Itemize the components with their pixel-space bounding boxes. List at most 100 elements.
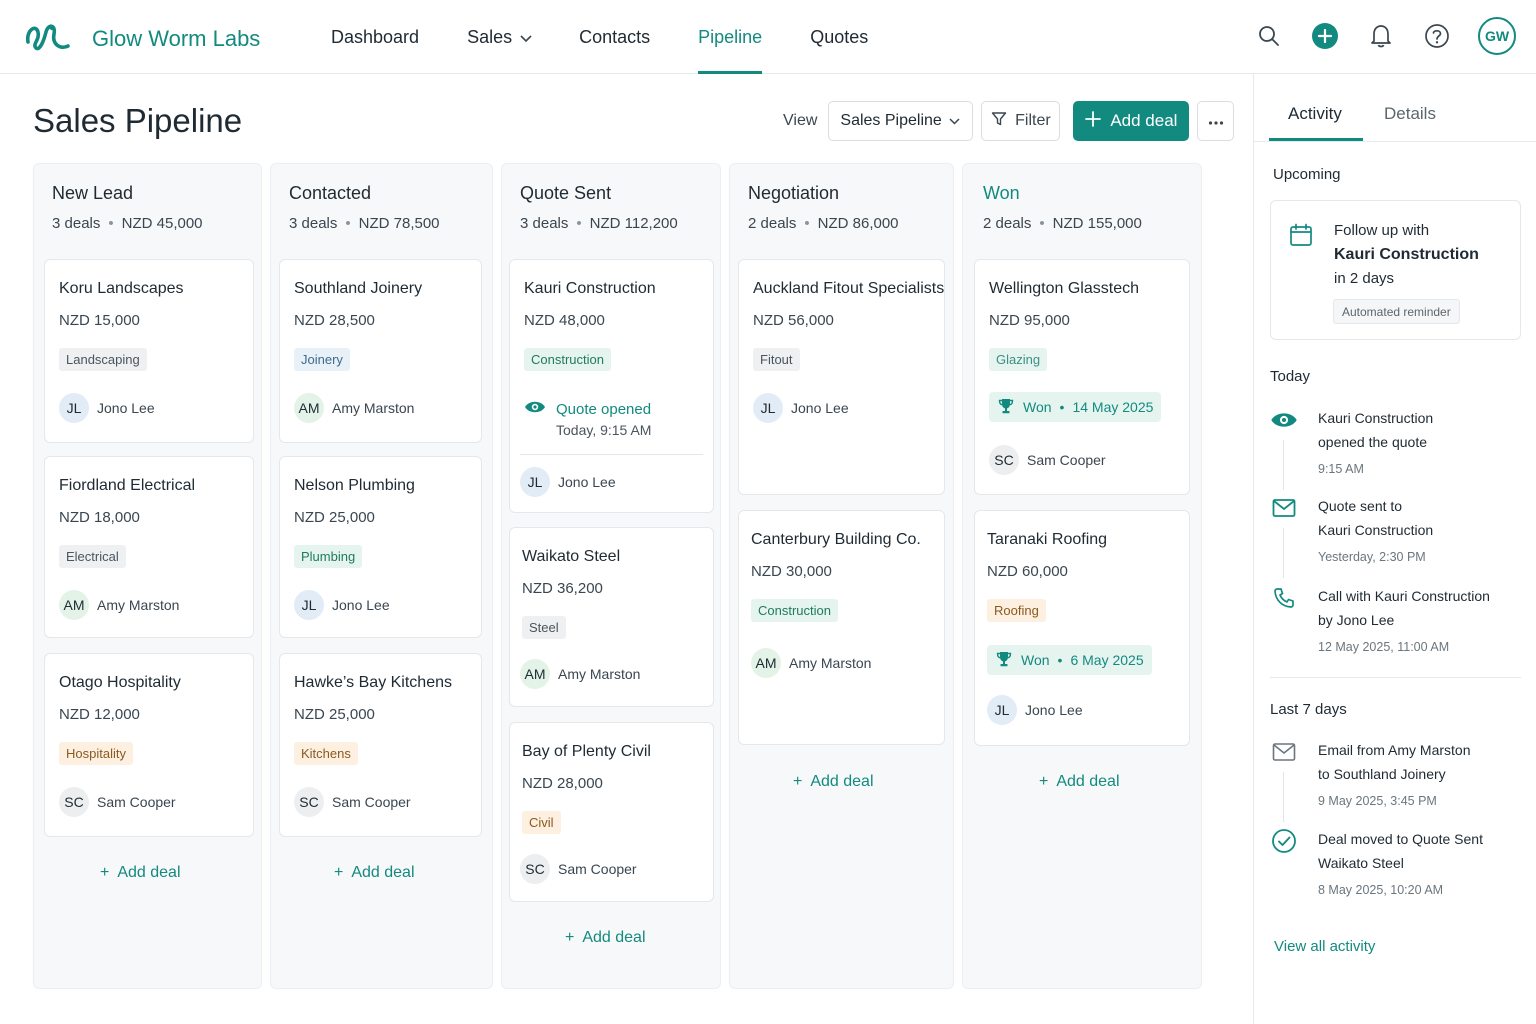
column-new-lead: New Lead 3 deals • NZD 45,000 Koru Landsca… bbox=[33, 163, 262, 989]
add-deal-link[interactable]: + Add deal bbox=[565, 929, 646, 947]
nav-dashboard[interactable]: Dashboard bbox=[331, 0, 419, 74]
column-summary: 3 deals • NZD 78,500 bbox=[289, 215, 440, 232]
activity-item[interactable]: Kauri Construction opened the quote 9:15… bbox=[1270, 406, 1525, 490]
filter-button[interactable]: Filter bbox=[981, 101, 1061, 141]
top-navigation-bar: Glow Worm Labs Dashboard Sales Contacts … bbox=[0, 0, 1536, 74]
tab-details[interactable]: Details bbox=[1384, 104, 1436, 124]
deal-name: Hawke’s Bay Kitchens bbox=[294, 674, 452, 691]
activity-item[interactable]: Call with Kauri Construction by Jono Lee… bbox=[1270, 584, 1525, 664]
top-actions: GW bbox=[1254, 17, 1516, 55]
owner-name: Amy Marston bbox=[558, 666, 641, 682]
activity-item[interactable]: Quote sent to Kauri Construction Yesterd… bbox=[1270, 494, 1525, 578]
glow-worm-logo-icon bbox=[24, 18, 72, 59]
quote-status-label: Quote opened bbox=[556, 400, 652, 418]
avatar: JL bbox=[520, 467, 550, 497]
deal-amount: NZD 56,000 bbox=[753, 312, 834, 329]
nav-contacts-label: Contacts bbox=[579, 26, 651, 47]
deal-count: 2 deals bbox=[983, 215, 1032, 232]
quote-status-time: Today, 9:15 AM bbox=[556, 422, 652, 438]
nav-quotes[interactable]: Quotes bbox=[810, 0, 868, 74]
brand[interactable]: Glow Worm Labs bbox=[24, 18, 260, 59]
activity-line-1: Email from Amy Marston bbox=[1318, 742, 1471, 758]
bell-icon[interactable] bbox=[1366, 21, 1396, 51]
avatar: JL bbox=[294, 590, 324, 620]
column-summary: 2 deals • NZD 155,000 bbox=[983, 215, 1142, 232]
deal-card-wellington-glasstech[interactable]: Wellington Glasstech NZD 95,000 Glazing … bbox=[974, 259, 1190, 495]
view-select[interactable]: Sales Pipeline bbox=[828, 101, 974, 141]
deal-name: Waikato Steel bbox=[522, 548, 621, 565]
owner-name: Sam Cooper bbox=[558, 861, 637, 877]
view-all-activity-link[interactable]: View all activity bbox=[1274, 938, 1375, 955]
tab-activity[interactable]: Activity bbox=[1288, 104, 1342, 124]
eye-icon bbox=[1270, 406, 1298, 434]
owner-name: Sam Cooper bbox=[332, 794, 411, 810]
nav-pipeline[interactable]: Pipeline bbox=[698, 0, 763, 74]
column-title: New Lead bbox=[52, 183, 134, 203]
owner-name: Jono Lee bbox=[558, 474, 616, 490]
deal-card-otago-hospitality[interactable]: Otago Hospitality NZD 12,000 Hospitality… bbox=[44, 653, 254, 837]
eye-icon bbox=[524, 400, 546, 418]
add-deal-link[interactable]: + Add deal bbox=[793, 773, 874, 791]
activity-item[interactable]: Deal moved to Quote Sent Waikato Steel 8… bbox=[1270, 827, 1525, 907]
help-icon[interactable] bbox=[1422, 21, 1452, 51]
deal-amount: NZD 30,000 bbox=[751, 563, 832, 580]
side-panel-tabs: Activity Details bbox=[1254, 74, 1536, 142]
upcoming-line-2: Kauri Construction bbox=[1334, 246, 1479, 263]
nav-sales[interactable]: Sales bbox=[467, 0, 532, 74]
deal-card-southland-joinery[interactable]: Southland Joinery NZD 28,500 Joinery AM A… bbox=[279, 259, 482, 443]
avatar: JL bbox=[987, 695, 1017, 725]
add-deal-link[interactable]: + Add deal bbox=[1039, 773, 1120, 791]
nav-contacts[interactable]: Contacts bbox=[579, 0, 650, 74]
activity-time: 12 May 2025, 11:00 AM bbox=[1318, 640, 1450, 654]
deal-count: 3 deals bbox=[520, 215, 569, 232]
deal-card-nelson-plumbing[interactable]: Nelson Plumbing NZD 25,000 Plumbing JL Jo… bbox=[279, 456, 482, 638]
last-7-days-heading: Last 7 days bbox=[1270, 701, 1347, 718]
add-deal-link[interactable]: + Add deal bbox=[100, 864, 181, 882]
activity-body: Email from Amy Marston to Southland Join… bbox=[1318, 738, 1470, 813]
quote-opened-status: Quote opened Today, 9:15 AM bbox=[524, 400, 651, 438]
activity-body: Kauri Construction opened the quote 9:15… bbox=[1318, 406, 1433, 481]
deal-card-waikato-steel[interactable]: Waikato Steel NZD 36,200 Steel AM Amy Mar… bbox=[509, 527, 714, 707]
deal-card-bay-of-plenty-civil[interactable]: Bay of Plenty Civil NZD 28,000 Civil SC S… bbox=[509, 722, 714, 902]
add-deal-link-label: Add deal bbox=[117, 864, 181, 881]
deal-amount: NZD 15,000 bbox=[59, 312, 140, 329]
column-total: NZD 155,000 bbox=[1052, 215, 1142, 232]
avatar: AM bbox=[751, 648, 781, 678]
deal-card-canterbury-building-co[interactable]: Canterbury Building Co. NZD 30,000 Const… bbox=[738, 510, 945, 745]
search-icon[interactable] bbox=[1254, 21, 1284, 51]
activity-line-2: to Southland Joinery bbox=[1318, 766, 1446, 782]
board-toolbar: View Sales Pipeline Filter Add deal bbox=[783, 101, 1235, 141]
deal-amount: NZD 18,000 bbox=[59, 509, 140, 526]
deal-card-taranaki-roofing[interactable]: Taranaki Roofing NZD 60,000 Roofing Won … bbox=[974, 510, 1190, 746]
add-deal-link-label: Add deal bbox=[582, 929, 646, 946]
deal-owner: SC Sam Cooper bbox=[294, 787, 411, 817]
add-deal-link[interactable]: + Add deal bbox=[334, 864, 415, 882]
upcoming-line-3: in 2 days bbox=[1334, 270, 1395, 287]
main-nav: Dashboard Sales Contacts Pipeline Quotes bbox=[331, 0, 916, 74]
deal-amount: NZD 60,000 bbox=[987, 563, 1068, 580]
column-summary: 2 deals • NZD 86,000 bbox=[748, 215, 899, 232]
activity-item[interactable]: Email from Amy Marston to Southland Join… bbox=[1270, 738, 1525, 822]
deal-owner: JL Jono Lee bbox=[59, 393, 155, 423]
deal-card-koru-landscapes[interactable]: Koru Landscapes NZD 15,000 Landscaping J… bbox=[44, 259, 254, 443]
add-deal-link-label: Add deal bbox=[810, 773, 874, 790]
deal-name: Kauri Construction bbox=[524, 280, 656, 297]
avatar: JL bbox=[59, 393, 89, 423]
deal-tag: Landscaping bbox=[59, 348, 147, 371]
deal-card-kauri-construction[interactable]: Kauri Construction NZD 48,000 Constructi… bbox=[509, 259, 714, 513]
deal-amount: NZD 12,000 bbox=[59, 706, 140, 723]
more-options-button[interactable] bbox=[1197, 101, 1235, 141]
add-circle-icon[interactable] bbox=[1310, 21, 1340, 51]
add-deal-link-label: Add deal bbox=[351, 864, 415, 881]
deal-owner: JL Jono Lee bbox=[987, 695, 1083, 725]
upcoming-reminder-card[interactable]: Follow up with Kauri Construction in 2 d… bbox=[1270, 200, 1521, 340]
won-badge: Won • 6 May 2025 bbox=[987, 645, 1152, 675]
deal-card-hawkes-bay-kitchens[interactable]: Hawke’s Bay Kitchens NZD 25,000 Kitchens… bbox=[279, 653, 482, 837]
user-avatar[interactable]: GW bbox=[1478, 17, 1516, 55]
deal-card-fiordland-electrical[interactable]: Fiordland Electrical NZD 18,000 Electric… bbox=[44, 456, 254, 638]
add-deal-button[interactable]: Add deal bbox=[1073, 101, 1190, 141]
deal-amount: NZD 28,000 bbox=[522, 775, 603, 792]
deal-card-auckland-fitout-specialists[interactable]: Auckland Fitout Specialists NZD 56,000 F… bbox=[738, 259, 945, 495]
deal-tag: Electrical bbox=[59, 545, 126, 568]
deal-tag: Plumbing bbox=[294, 545, 363, 568]
